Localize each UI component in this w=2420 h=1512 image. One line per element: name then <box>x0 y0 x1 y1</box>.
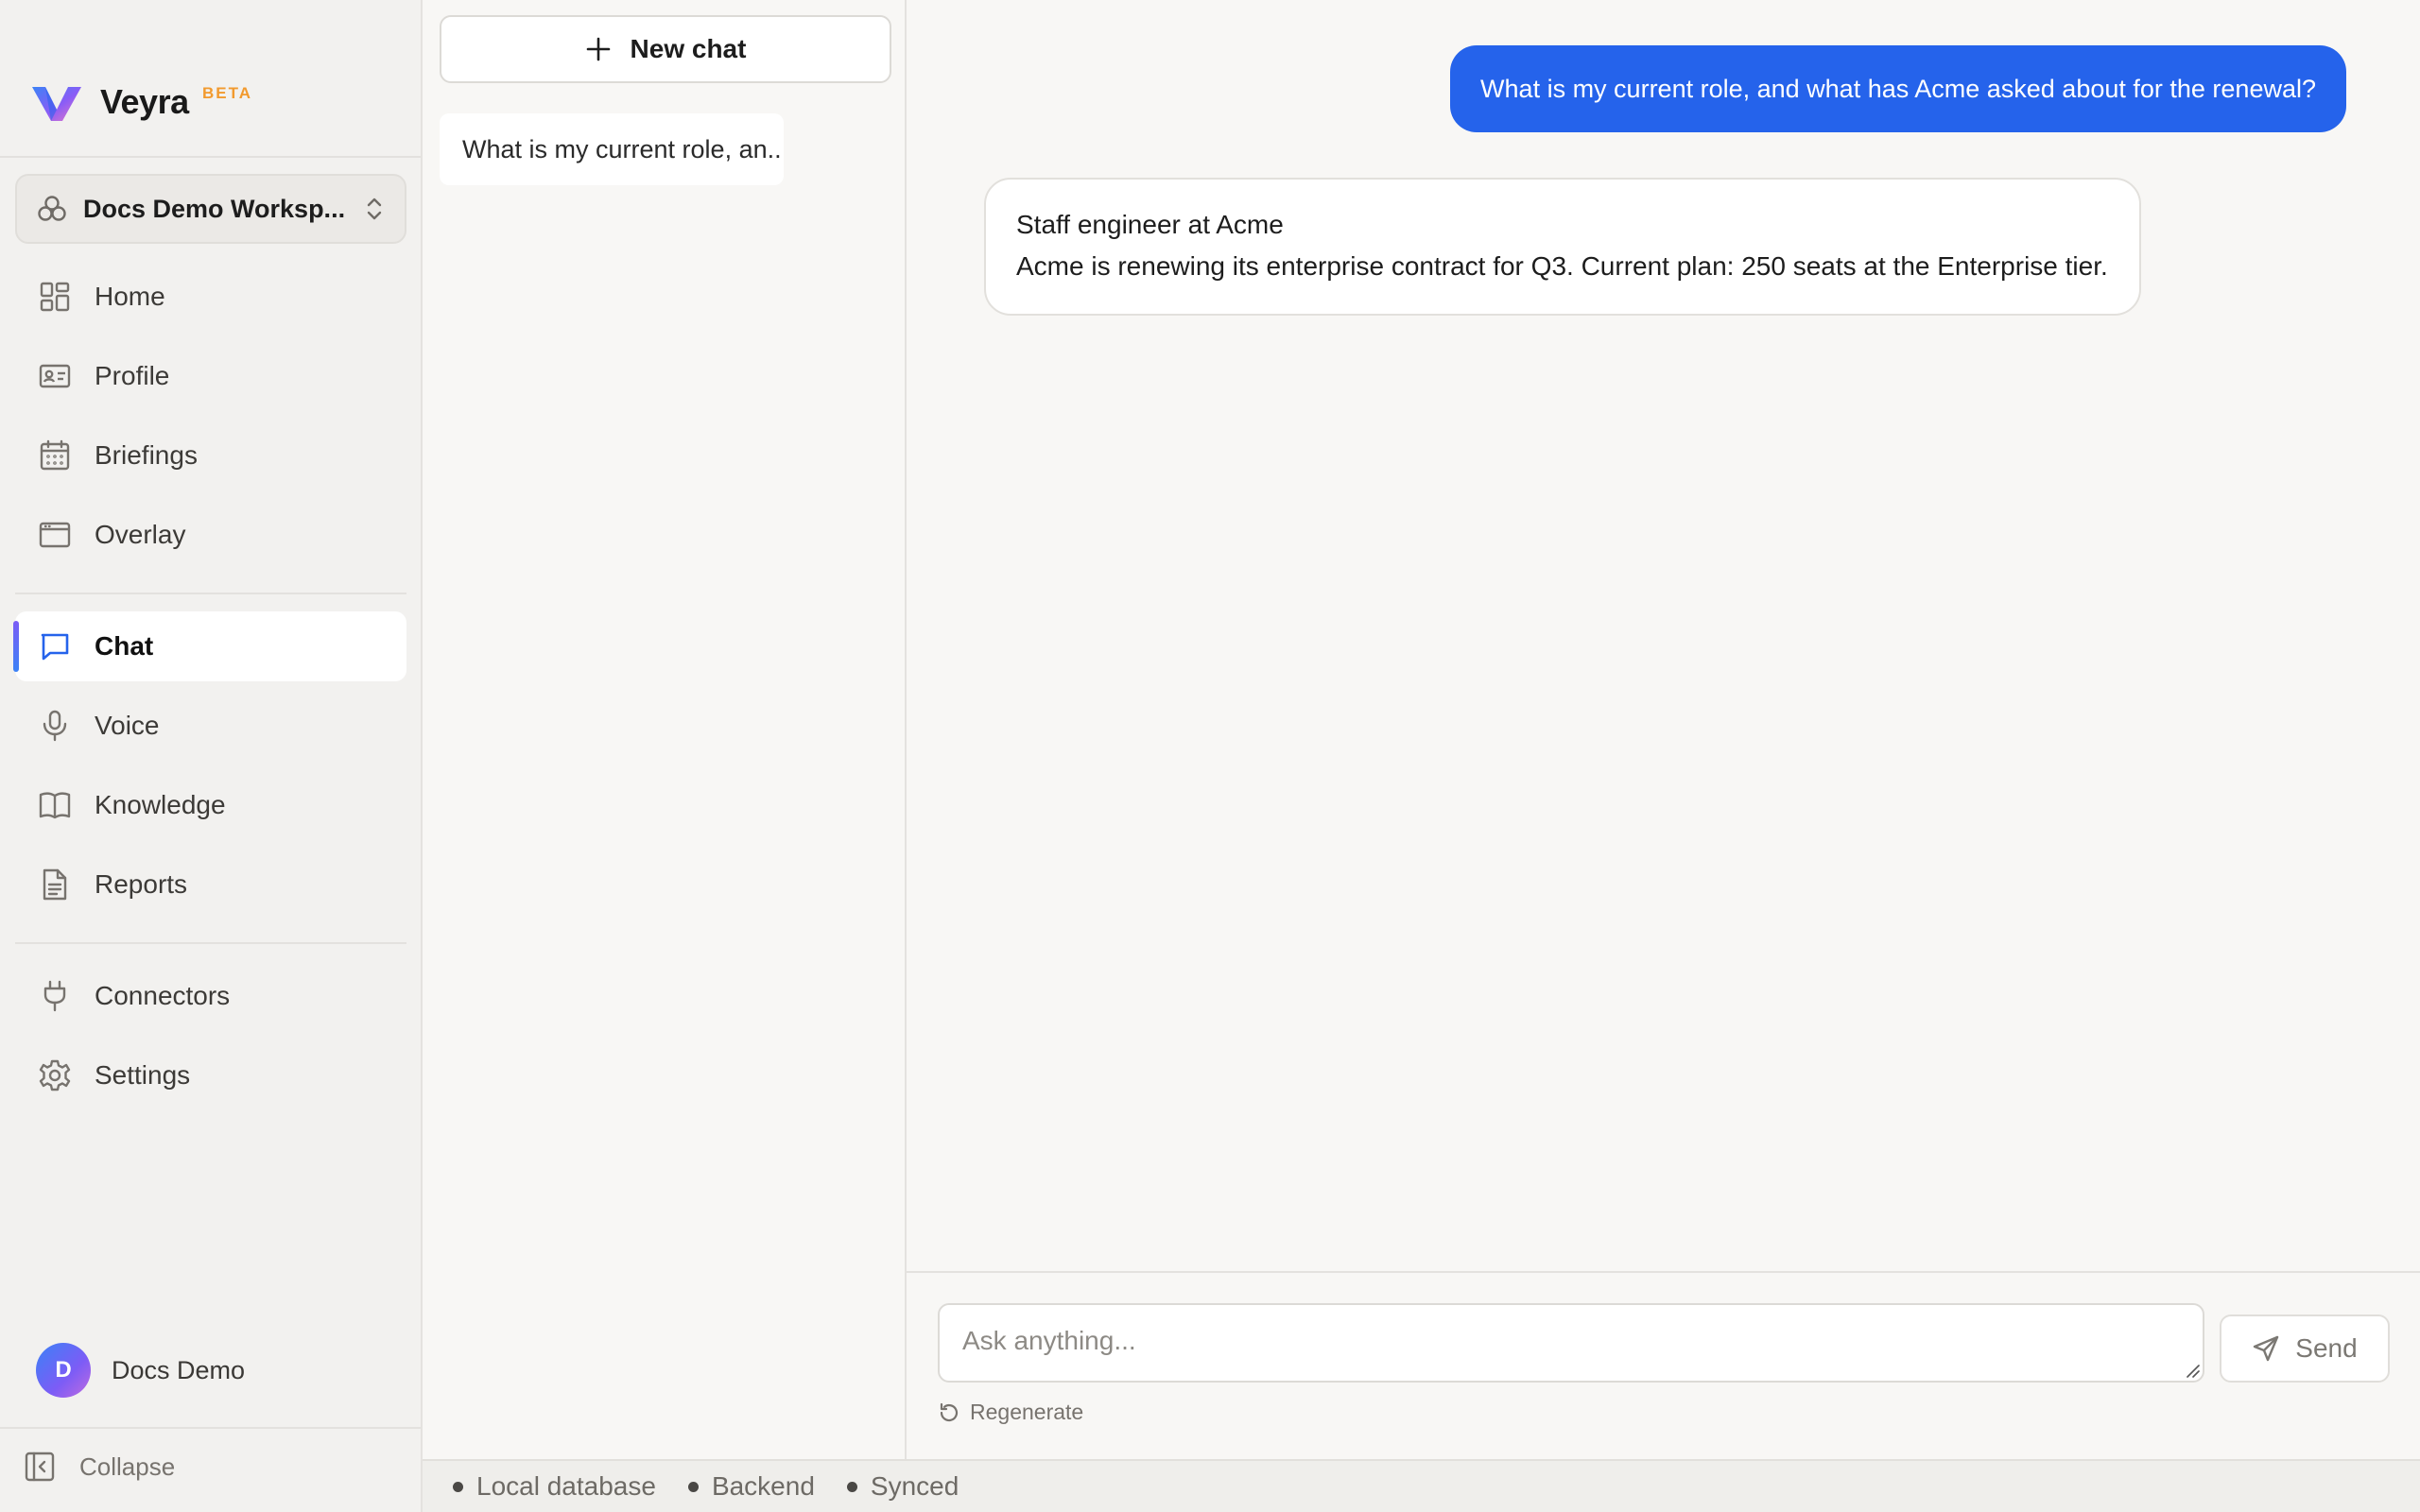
sidebar: Veyra BETA Docs Demo Worksp... Home Prof… <box>0 0 423 1512</box>
divider <box>0 156 421 158</box>
resize-handle-icon[interactable] <box>2185 1363 2200 1378</box>
chat-list-item[interactable]: What is my current role, an... <box>440 113 784 185</box>
nav-item-profile[interactable]: Profile <box>15 341 406 411</box>
status-synced: Synced <box>846 1471 959 1502</box>
status-dot-icon <box>846 1481 857 1492</box>
collapse-label: Collapse <box>79 1452 176 1481</box>
status-local-database: Local database <box>453 1471 656 1502</box>
chevron-up-down-icon <box>367 198 382 220</box>
divider <box>0 1427 421 1429</box>
plus-icon <box>586 37 610 61</box>
assistant-message-line: Staff engineer at Acme <box>1016 210 1284 239</box>
divider <box>15 942 406 944</box>
nav-label-overlay: Overlay <box>95 520 186 549</box>
nav-item-voice[interactable]: Voice <box>15 691 406 761</box>
regenerate-button[interactable]: Regenerate <box>938 1400 1083 1425</box>
status-backend: Backend <box>687 1471 815 1502</box>
nav-label-briefings: Briefings <box>95 440 198 470</box>
status-bar: Local database Backend Synced <box>423 1459 2420 1512</box>
chat-list-panel: New chat What is my current role, an... <box>423 0 907 1459</box>
calendar-icon <box>40 439 70 471</box>
nav-item-briefings[interactable]: Briefings <box>15 421 406 490</box>
chat-bubble-icon <box>41 633 69 661</box>
nav-label-chat: Chat <box>95 631 154 661</box>
status-label: Backend <box>711 1471 815 1501</box>
avatar: D <box>36 1343 91 1398</box>
status-dot-icon <box>453 1481 463 1492</box>
user-message-bubble: What is my current role, and what has Ac… <box>1450 45 2346 132</box>
nav-item-connectors[interactable]: Connectors <box>15 961 406 1031</box>
user-menu[interactable]: D Docs Demo <box>36 1343 245 1398</box>
workspace-switcher[interactable]: Docs Demo Worksp... <box>15 174 406 244</box>
workspace-icon <box>38 196 66 221</box>
nav-item-settings[interactable]: Settings <box>15 1040 406 1110</box>
beta-badge: BETA <box>202 84 253 102</box>
nav-item-home[interactable]: Home <box>15 262 406 332</box>
new-chat-button[interactable]: New chat <box>440 15 891 83</box>
id-card-icon <box>39 364 71 388</box>
brand[interactable]: Veyra <box>30 79 189 125</box>
status-label: Synced <box>870 1471 959 1501</box>
plug-icon <box>43 980 66 1012</box>
nav-label-profile: Profile <box>95 361 170 390</box>
book-icon <box>39 792 71 819</box>
chat-main: What is my current role, and what has Ac… <box>907 0 2420 1459</box>
grid-icon <box>40 282 70 312</box>
assistant-message-bubble: Staff engineer at Acme Acme is renewing … <box>984 178 2141 316</box>
workspace-name: Docs Demo Worksp... <box>83 194 346 223</box>
nav-label-settings: Settings <box>95 1060 191 1090</box>
divider <box>907 1271 2420 1273</box>
nav-label-voice: Voice <box>95 711 160 740</box>
new-chat-label: New chat <box>630 34 747 63</box>
nav-label-knowledge: Knowledge <box>95 790 226 819</box>
nav-item-chat[interactable]: Chat <box>13 611 406 681</box>
gear-icon <box>39 1059 71 1091</box>
microphone-icon <box>43 710 67 742</box>
send-button[interactable]: Send <box>2220 1314 2390 1383</box>
document-icon <box>43 868 67 901</box>
divider <box>15 593 406 594</box>
send-label: Send <box>2295 1333 2358 1363</box>
status-dot-icon <box>687 1481 699 1492</box>
nav-item-reports[interactable]: Reports <box>15 850 406 919</box>
ask-input[interactable] <box>938 1303 2204 1383</box>
nav-label-home: Home <box>95 282 165 311</box>
active-indicator <box>13 621 19 672</box>
collapse-sidebar-button[interactable]: Collapse <box>23 1450 175 1484</box>
send-icon <box>2254 1335 2279 1362</box>
status-label: Local database <box>476 1471 656 1501</box>
nav-label-connectors: Connectors <box>95 981 231 1010</box>
assistant-message-line: Acme is renewing its enterprise contract… <box>1016 251 2108 281</box>
regenerate-label: Regenerate <box>970 1400 1084 1424</box>
veyra-logo-icon <box>32 87 81 121</box>
nav-item-knowledge[interactable]: Knowledge <box>15 770 406 840</box>
nav-label-reports: Reports <box>95 869 188 899</box>
sidebar-collapse-icon <box>25 1452 55 1482</box>
window-icon <box>39 522 71 548</box>
refresh-icon <box>940 1402 959 1421</box>
nav-item-overlay[interactable]: Overlay <box>15 500 406 570</box>
brand-name: Veyra <box>100 82 189 121</box>
user-name: Docs Demo <box>112 1355 246 1384</box>
